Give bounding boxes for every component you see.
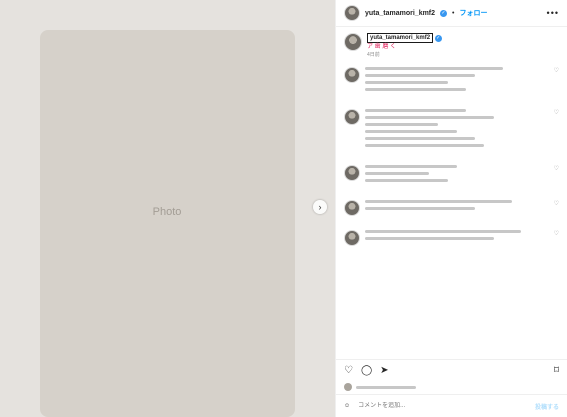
comment-text bbox=[365, 109, 549, 151]
comment-text-line bbox=[365, 88, 466, 91]
comment-row: ♡ bbox=[344, 200, 559, 216]
comment-text-line bbox=[365, 207, 476, 210]
comment-text-line bbox=[365, 165, 457, 168]
liked-by-text bbox=[356, 385, 416, 389]
paper-plane-icon[interactable]: ➤ bbox=[380, 365, 388, 376]
comment-text-line bbox=[365, 130, 457, 133]
avatar[interactable] bbox=[344, 109, 360, 125]
separator-dot: • bbox=[452, 9, 455, 17]
comment-text-line bbox=[365, 67, 503, 70]
comment-text bbox=[365, 230, 549, 246]
comment-input[interactable] bbox=[356, 402, 529, 410]
comment-text bbox=[365, 200, 549, 216]
comment-text-line bbox=[365, 123, 439, 126]
comment-text-line bbox=[365, 74, 476, 77]
verified-badge-icon: ✓ bbox=[434, 34, 442, 42]
avatar[interactable] bbox=[344, 165, 360, 181]
comment-text-line bbox=[365, 172, 430, 175]
comment-row: ♡ bbox=[344, 109, 559, 151]
comment-text-line bbox=[365, 179, 448, 182]
comment-text-line bbox=[365, 230, 522, 233]
post-comment-button[interactable]: 投稿する bbox=[535, 402, 559, 411]
caption-text: ア 歯 磨 く bbox=[367, 44, 397, 50]
post-sidebar: yuta_tamamori_kmf2 ✓ • フォロー ••• yuta_tam… bbox=[336, 0, 567, 417]
avatar[interactable] bbox=[344, 230, 360, 246]
avatar[interactable] bbox=[344, 67, 360, 83]
action-bar: ♡ ◯ ➤ ⌑ bbox=[336, 359, 567, 380]
caption-time: 4日前 bbox=[367, 52, 380, 58]
more-options-button[interactable]: ••• bbox=[547, 8, 559, 18]
bookmark-icon[interactable]: ⌑ bbox=[554, 365, 559, 376]
caption: yuta_tamamori_kmf2 ✓ ア 歯 磨 く 4日前 bbox=[344, 33, 559, 59]
comment-thread: ♡ ♡ ♡ ♡ ♡ bbox=[344, 67, 559, 246]
comment-text-line bbox=[365, 116, 494, 119]
verified-badge-icon: ✓ bbox=[440, 9, 448, 17]
comment-text-line bbox=[365, 109, 466, 112]
comment-row: ♡ bbox=[344, 230, 559, 246]
post-photo[interactable]: Photo › bbox=[0, 0, 336, 417]
chevron-right-icon: › bbox=[318, 202, 322, 212]
avatar[interactable] bbox=[344, 5, 360, 21]
avatar[interactable] bbox=[344, 33, 362, 51]
photo-placeholder: Photo bbox=[0, 0, 335, 417]
heart-icon[interactable]: ♡ bbox=[554, 200, 559, 216]
liker-avatar bbox=[344, 383, 352, 391]
author-handle[interactable]: yuta_tamamori_kmf2 bbox=[365, 10, 435, 17]
post-header: yuta_tamamori_kmf2 ✓ • フォロー ••• bbox=[336, 0, 567, 27]
liked-by-row[interactable] bbox=[336, 380, 567, 394]
comment-list[interactable]: yuta_tamamori_kmf2 ✓ ア 歯 磨 く 4日前 ♡ ♡ ♡ ♡ ♡ bbox=[336, 27, 567, 359]
avatar[interactable] bbox=[344, 200, 360, 216]
comment-form: ☺ 投稿する bbox=[336, 394, 567, 417]
heart-icon[interactable]: ♡ bbox=[554, 230, 559, 246]
comment-text-line bbox=[365, 137, 476, 140]
heart-icon[interactable]: ♡ bbox=[344, 365, 353, 376]
heart-icon[interactable]: ♡ bbox=[554, 67, 559, 95]
caption-handle[interactable]: yuta_tamamori_kmf2 bbox=[367, 33, 434, 43]
next-photo-button[interactable]: › bbox=[313, 200, 327, 214]
emoji-icon[interactable]: ☺ bbox=[344, 403, 350, 409]
comment-icon[interactable]: ◯ bbox=[361, 365, 372, 376]
comment-row: ♡ bbox=[344, 67, 559, 95]
instagram-post: Photo › yuta_tamamori_kmf2 ✓ • フォロー ••• … bbox=[0, 0, 567, 417]
svg-text:Photo: Photo bbox=[153, 206, 182, 218]
comment-text bbox=[365, 67, 549, 95]
comment-text-line bbox=[365, 237, 494, 240]
comment-text-line bbox=[365, 144, 485, 147]
follow-button[interactable]: フォロー bbox=[459, 8, 487, 18]
heart-icon[interactable]: ♡ bbox=[554, 109, 559, 151]
heart-icon[interactable]: ♡ bbox=[554, 165, 559, 186]
comment-text-line bbox=[365, 200, 512, 203]
comment-text-line bbox=[365, 81, 448, 84]
comment-row: ♡ bbox=[344, 165, 559, 186]
comment-text bbox=[365, 165, 549, 186]
